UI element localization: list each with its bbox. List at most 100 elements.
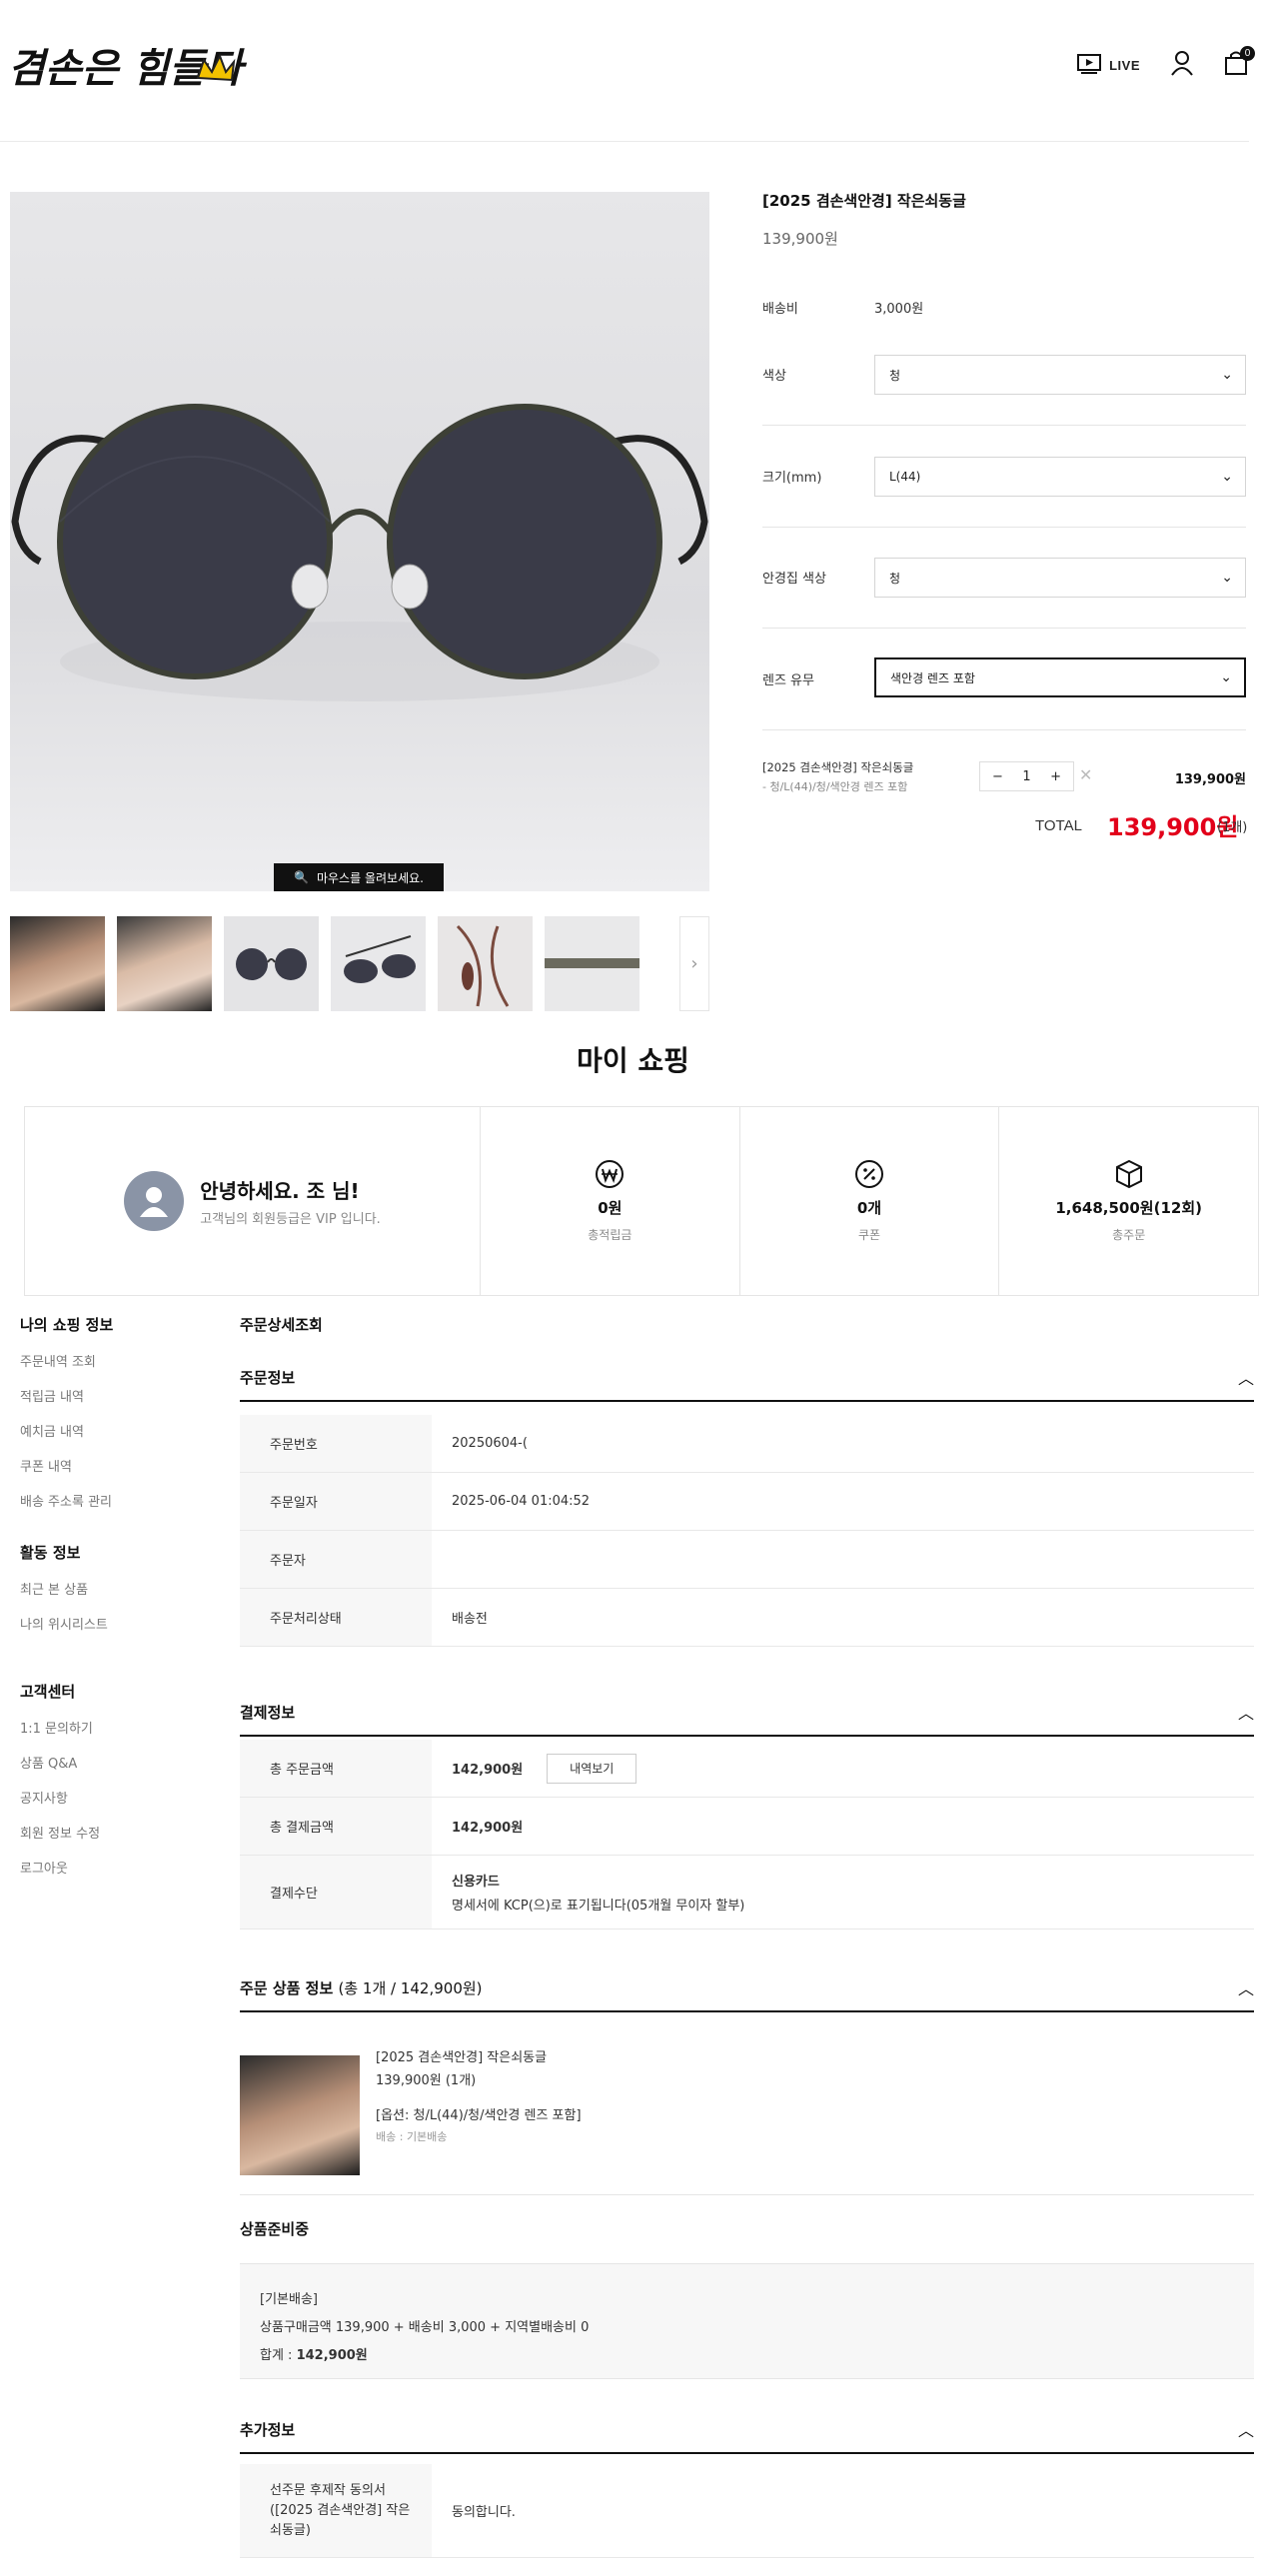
total-paid-value: 142,900원 xyxy=(452,1821,524,1836)
option-select-size[interactable]: L(44) ⌄ xyxy=(874,457,1246,497)
thumbnail-next-button[interactable]: › xyxy=(679,916,709,1011)
magnifier-icon: 🔍 xyxy=(294,870,309,884)
chevron-down-icon: ⌄ xyxy=(1221,570,1233,586)
divider xyxy=(240,2194,1254,2195)
thumbnail-5[interactable] xyxy=(438,916,533,1011)
order-item-delivery: 배송 : 기본배송 xyxy=(376,2130,448,2143)
option-divider xyxy=(762,527,1246,528)
shipping-summary-box: [기본배송] 상품구매금액 139,900 + 배송비 3,000 + 지역별배… xyxy=(240,2263,1254,2379)
my-shopping-title: 마이 쇼핑 xyxy=(577,1044,689,1077)
remove-item-icon[interactable]: ✕ xyxy=(1079,765,1092,784)
plus-icon[interactable]: + xyxy=(1050,769,1061,784)
payment-method: 신용카드 xyxy=(452,1875,500,1890)
shipping-value: 3,000원 xyxy=(874,302,924,317)
table-row: 총 결제금액 142,900원 xyxy=(240,1798,1254,1856)
option-select-size-value: L(44) xyxy=(889,470,921,484)
thumbnail-6[interactable] xyxy=(545,916,639,1011)
total-count: (1개) xyxy=(1217,820,1248,835)
user-icon[interactable] xyxy=(1170,50,1194,80)
section-title: 결제정보 xyxy=(240,1703,296,1722)
option-select-color[interactable]: 청 ⌄ xyxy=(874,355,1246,395)
sidebar-item-coupon[interactable]: 쿠폰 내역 xyxy=(20,1456,113,1475)
option-select-case-color[interactable]: 청 ⌄ xyxy=(874,558,1246,598)
sidebar-item-recent-viewed[interactable]: 최근 본 상품 xyxy=(20,1579,108,1598)
sidebar-item-notice[interactable]: 공지사항 xyxy=(20,1788,100,1807)
sidebar-item-deposit[interactable]: 예치금 내역 xyxy=(20,1421,113,1440)
order-item-image[interactable] xyxy=(240,2055,360,2175)
row-value: 배송전 xyxy=(452,1612,488,1627)
chevron-down-icon: ⌄ xyxy=(1221,367,1233,383)
stat-coupon-value: 0개 xyxy=(856,1199,882,1217)
row-value: 동의합니다. xyxy=(452,2505,516,2520)
won-icon xyxy=(596,1160,625,1188)
row-label: 주문번호 xyxy=(240,1415,432,1472)
table-row: 주문일자 2025-06-04 01:04:52 xyxy=(240,1473,1254,1531)
play-icon xyxy=(1077,53,1102,77)
sidebar-item-logout[interactable]: 로그아웃 xyxy=(20,1858,100,1877)
site-logo[interactable]: 겸손은 힘들다 xyxy=(8,30,253,105)
order-item-name[interactable]: [2025 겸손색안경] 작은쇠동글 xyxy=(376,2046,547,2065)
logo-graphic: 겸손은 힘들다 xyxy=(8,45,248,92)
row-label: 주문처리상태 xyxy=(240,1589,432,1646)
row-value: 2025-06-04 01:04:52 xyxy=(452,1494,591,1509)
chevron-up-icon: ︿ xyxy=(1237,2421,1254,2440)
header-divider xyxy=(0,141,1249,142)
cart-count-badge: 0 xyxy=(1240,46,1255,61)
row-label: 주문자 xyxy=(240,1531,432,1588)
order-item-options: [옵션: 청/L(44)/청/색안경 렌즈 포함] xyxy=(376,2108,582,2123)
sidebar-item-inquiry[interactable]: 1:1 문의하기 xyxy=(20,1718,100,1737)
thumbnail-4[interactable] xyxy=(331,916,426,1011)
page-title: 주문상세조회 xyxy=(240,1316,323,1334)
row-label: 주문일자 xyxy=(240,1473,432,1530)
sidebar-item-edit-profile[interactable]: 회원 정보 수정 xyxy=(20,1823,100,1842)
svg-text:겸손은 힘들다: 겸손은 힘들다 xyxy=(8,45,248,92)
stat-mileage-label: 총적립금 xyxy=(588,1228,633,1242)
selected-item-name: [2025 겸손색안경] 작은쇠동글 xyxy=(762,760,914,774)
hover-zoom-hint: 🔍 마우스를 올려보세요. xyxy=(274,863,444,891)
avatar xyxy=(124,1171,185,1231)
box-icon xyxy=(1115,1159,1142,1189)
view-details-button[interactable]: 내역보기 xyxy=(547,1753,637,1784)
stat-mileage[interactable]: 0원 총적립금 xyxy=(481,1107,740,1295)
option-label-size: 크기(mm) xyxy=(762,471,822,486)
option-select-lens[interactable]: 색안경 렌즈 포함 ⌄ xyxy=(874,657,1246,697)
hover-hint-text: 마우스를 올려보세요. xyxy=(316,870,424,885)
sidebar-section-title: 활동 정보 xyxy=(20,1544,81,1562)
minus-icon[interactable]: − xyxy=(992,769,1003,784)
quantity-value[interactable]: 1 xyxy=(1022,769,1030,784)
thumbnail-3[interactable] xyxy=(224,916,319,1011)
table-row: 주문처리상태 배송전 xyxy=(240,1589,1254,1647)
live-link[interactable]: LIVE xyxy=(1077,53,1140,77)
section-order-items[interactable]: 주문 상품 정보 (총 1개 / 142,900원) ︿ xyxy=(240,1964,1254,2012)
section-extra-info[interactable]: 추가정보 ︿ xyxy=(240,2406,1254,2454)
thumbnail-2[interactable] xyxy=(117,916,212,1011)
sidebar-item-product-qna[interactable]: 상품 Q&A xyxy=(20,1753,100,1772)
sidebar-item-wishlist[interactable]: 나의 위시리스트 xyxy=(20,1614,108,1633)
sidebar-item-order-history[interactable]: 주문내역 조회 xyxy=(20,1351,113,1370)
option-label-case-color: 안경집 색상 xyxy=(762,572,826,587)
cart-button[interactable]: 0 xyxy=(1224,46,1255,80)
total-order-value: 142,900원 xyxy=(452,1763,524,1778)
member-summary: 안녕하세요. 조 님! 고객님의 회원등급은 VIP 입니다. 0원 총적립금 … xyxy=(24,1106,1259,1296)
stat-coupon[interactable]: 0개 쿠폰 xyxy=(740,1107,1000,1295)
section-order-info[interactable]: 주문정보 ︿ xyxy=(240,1354,1254,1402)
section-title: 추가정보 xyxy=(240,2420,296,2439)
payment-method-note: 명세서에 KCP(으)로 표기됩니다(05개월 무이자 할부) xyxy=(452,1899,745,1914)
row-value xyxy=(432,1531,1254,1588)
sidebar-my-shopping: 나의 쇼핑 정보 주문내역 조회 적립금 내역 예치금 내역 쿠폰 내역 배송 … xyxy=(20,1314,113,1526)
row-value: 20250604-( xyxy=(452,1436,528,1451)
quantity-stepper: − 1 + xyxy=(979,761,1074,791)
sum-label: 합계 : xyxy=(260,2348,297,2363)
product-main-image[interactable] xyxy=(10,192,709,891)
stat-orders[interactable]: 1,648,500원(12회) 총주문 xyxy=(999,1107,1258,1295)
sidebar-item-address-book[interactable]: 배송 주소록 관리 xyxy=(20,1491,113,1510)
stat-orders-value: 1,648,500원(12회) xyxy=(1055,1199,1202,1217)
sidebar-item-mileage[interactable]: 적립금 내역 xyxy=(20,1386,113,1405)
thumbnail-1[interactable] xyxy=(10,916,105,1011)
row-label: 총 주문금액 xyxy=(240,1740,432,1797)
product-title: [2025 겸손색안경] 작은쇠동글 xyxy=(762,192,966,210)
section-title: 주문 상품 정보 xyxy=(240,1978,334,1997)
sidebar-section-title: 고객센터 xyxy=(20,1683,76,1701)
table-row: 주문자 xyxy=(240,1531,1254,1589)
section-payment-info[interactable]: 결제정보 ︿ xyxy=(240,1689,1254,1737)
